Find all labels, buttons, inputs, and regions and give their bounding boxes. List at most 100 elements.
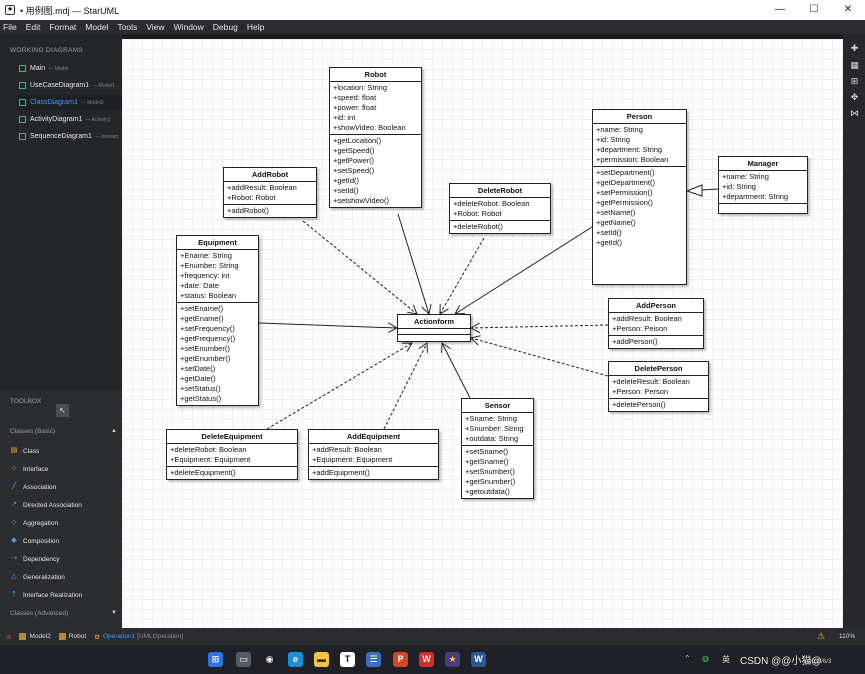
- tool-class[interactable]: ▤ Class: [10, 445, 40, 457]
- class-manager[interactable]: Manager +name: String +id: String +depar…: [718, 156, 808, 214]
- operation: +getPermission(): [596, 198, 653, 207]
- diagram-item-class[interactable]: ClassDiagram1 — Model2: [17, 95, 122, 110]
- operation: +setshowVideo(): [333, 196, 389, 205]
- extension-icon[interactable]: ✚: [849, 43, 860, 54]
- diagram-item-main[interactable]: Main — Model: [19, 61, 122, 76]
- class-attributes: +name: String +id: String +department: S…: [719, 171, 807, 204]
- menu-debug[interactable]: Debug: [213, 22, 238, 32]
- tool-interface[interactable]: ○ Interface: [10, 463, 48, 475]
- class-operations: +setDepartment() +getDepartment() +setPe…: [593, 167, 686, 249]
- class-operations: [719, 204, 807, 210]
- class-addperson[interactable]: AddPerson +addResult: Boolean +Person: P…: [608, 298, 704, 349]
- class-operations: +setEname() +getEname() +setFrequency() …: [177, 303, 258, 405]
- clock-date[interactable]: 2023/6/3: [808, 659, 831, 665]
- class-attributes: +location: String +speed: float +power: …: [330, 82, 421, 135]
- breadcrumb-model[interactable]: Model2: [19, 633, 51, 640]
- class-sensor[interactable]: Sensor +Sname: String +Snumber: String +…: [461, 398, 534, 499]
- menu-tools[interactable]: Tools: [117, 22, 137, 32]
- error-icon[interactable]: ⊘: [6, 633, 11, 641]
- ime-indicator[interactable]: 英: [722, 654, 730, 665]
- tool-directed-association[interactable]: ↗ Directed Association: [10, 499, 82, 511]
- navigator-icon[interactable]: ✥: [849, 92, 860, 103]
- share-icon[interactable]: ⋈: [849, 108, 860, 119]
- zoom-level[interactable]: 110%: [839, 633, 855, 640]
- tool-composition[interactable]: ◆ Composition: [10, 535, 59, 547]
- attribute: +deleteResult: Boolean: [612, 377, 690, 386]
- operation: +setSpeed(): [333, 166, 375, 175]
- breadcrumb-operation[interactable]: ⚙ Operation1 [UMLOperation]: [94, 633, 183, 641]
- editors-icon[interactable]: ⊞: [849, 76, 860, 87]
- class-addequipment[interactable]: AddEquipment +addResult: Boolean +Equipm…: [308, 429, 439, 480]
- breadcrumb-label: Robot: [68, 633, 87, 640]
- word-icon[interactable]: W: [471, 652, 486, 667]
- class-name: AddRobot: [224, 168, 316, 182]
- tool-label: Interface Realization: [23, 591, 83, 599]
- tool-dependency[interactable]: ⇢ Dependency: [10, 553, 60, 565]
- qq-icon[interactable]: ◉: [262, 652, 277, 667]
- tool-aggregation[interactable]: ⬦ Aggregation: [10, 517, 59, 529]
- model-explorer-icon[interactable]: ▦: [849, 60, 860, 71]
- operation: +getId(): [596, 238, 623, 247]
- status-bar: ⊘ Model2 Robot ⚙ Operation1 [UMLOperation]…: [0, 628, 865, 645]
- warning-icon[interactable]: ⚠: [817, 631, 825, 642]
- menu-model[interactable]: Model: [85, 22, 108, 32]
- wechat-icon[interactable]: ◍: [702, 654, 709, 663]
- attribute: +speed: float: [333, 93, 377, 102]
- toolbox-group-basic[interactable]: Classes (Basic): [10, 428, 55, 435]
- operation: +getSname(): [465, 457, 509, 466]
- diagram-item-activity[interactable]: ActivityDiagram1 — Activity1: [19, 112, 122, 127]
- class-person[interactable]: Person +name: String +id: String +depart…: [592, 109, 687, 285]
- class-equipment[interactable]: Equipment +Ename: String +Enumber: Strin…: [176, 235, 259, 406]
- menu-edit[interactable]: Edit: [26, 22, 41, 32]
- task-view-icon[interactable]: ▭: [236, 652, 251, 667]
- diagram-label: ClassDiagram1: [30, 99, 78, 106]
- pointer-tool-icon[interactable]: ↖: [56, 404, 69, 417]
- maximize-button[interactable]: ☐: [797, 0, 831, 20]
- class-deleteequipment[interactable]: DeleteEquipment +deleteRobot: Boolean +E…: [166, 429, 298, 480]
- diagram-item-usecase[interactable]: UseCaseDiagram1 — Model1: [19, 78, 122, 93]
- file-explorer-icon[interactable]: ▬: [314, 652, 329, 667]
- package-icon: [19, 633, 27, 640]
- tool-generalization[interactable]: △ Generalization: [10, 571, 65, 583]
- class-operations: +getLocation() +getSpeed() +getPower() +…: [330, 135, 421, 207]
- edge-icon[interactable]: e: [288, 652, 303, 667]
- menu-window[interactable]: Window: [174, 22, 204, 32]
- operation: +getName(): [596, 218, 636, 227]
- staruml-taskbar-icon[interactable]: ★: [445, 652, 460, 667]
- menu-format[interactable]: Format: [49, 22, 76, 32]
- attribute: +Enumber: String: [180, 261, 239, 270]
- menu-file[interactable]: File: [3, 22, 17, 32]
- class-robot[interactable]: Robot +location: String +speed: float +p…: [329, 67, 422, 208]
- tool-label: Dependency: [23, 555, 60, 563]
- diagram-canvas[interactable]: Robot +location: String +speed: float +p…: [122, 39, 843, 628]
- toolbox-group-advanced[interactable]: Classes (Advanced): [10, 610, 68, 617]
- tool-interface-realization[interactable]: ⇡ Interface Realization: [10, 589, 82, 601]
- start-icon[interactable]: ⊞: [208, 652, 223, 667]
- class-deleteperson[interactable]: DeletePerson +deleteResult: Boolean +Per…: [608, 361, 709, 412]
- aggregation-icon: ⬦: [11, 519, 17, 526]
- class-attributes: +deleteRobot: Boolean +Robot: Robot: [450, 198, 550, 221]
- class-addrobot[interactable]: AddRobot +addResult: Boolean +Robot: Rob…: [223, 167, 317, 218]
- class-name: Person: [593, 110, 686, 124]
- powerpoint-icon[interactable]: P: [393, 652, 408, 667]
- title-bar: ★ • 用例图.mdj — StarUML — ☐ ✕: [0, 0, 865, 20]
- diagram-item-sequence[interactable]: SequenceDiagram1 — Interact: [19, 129, 122, 144]
- tray-chevron-icon[interactable]: ⌃: [684, 654, 691, 663]
- breadcrumb-class[interactable]: Robot: [58, 633, 87, 640]
- breadcrumb-label: Operation1: [102, 633, 136, 640]
- minimize-button[interactable]: —: [763, 0, 797, 20]
- typora-icon[interactable]: T: [340, 652, 355, 667]
- editor-app-icon[interactable]: ☰: [366, 652, 381, 667]
- wps-icon[interactable]: W: [419, 652, 434, 667]
- class-icon: [58, 633, 66, 640]
- attribute: +frequency: int: [180, 271, 230, 280]
- collapse-down-icon[interactable]: ▼: [111, 610, 117, 616]
- close-button[interactable]: ✕: [831, 0, 865, 20]
- menu-help[interactable]: Help: [247, 22, 264, 32]
- tool-association[interactable]: ╱ Association: [10, 481, 56, 493]
- menu-view[interactable]: View: [146, 22, 164, 32]
- class-attributes: +addResult: Boolean +Robot: Robot: [224, 182, 316, 205]
- collapse-up-icon[interactable]: ▲: [111, 428, 117, 434]
- class-actionform[interactable]: Actionform: [397, 314, 471, 342]
- class-deleterobot[interactable]: DeleteRobot +deleteRobot: Boolean +Robot…: [449, 183, 551, 234]
